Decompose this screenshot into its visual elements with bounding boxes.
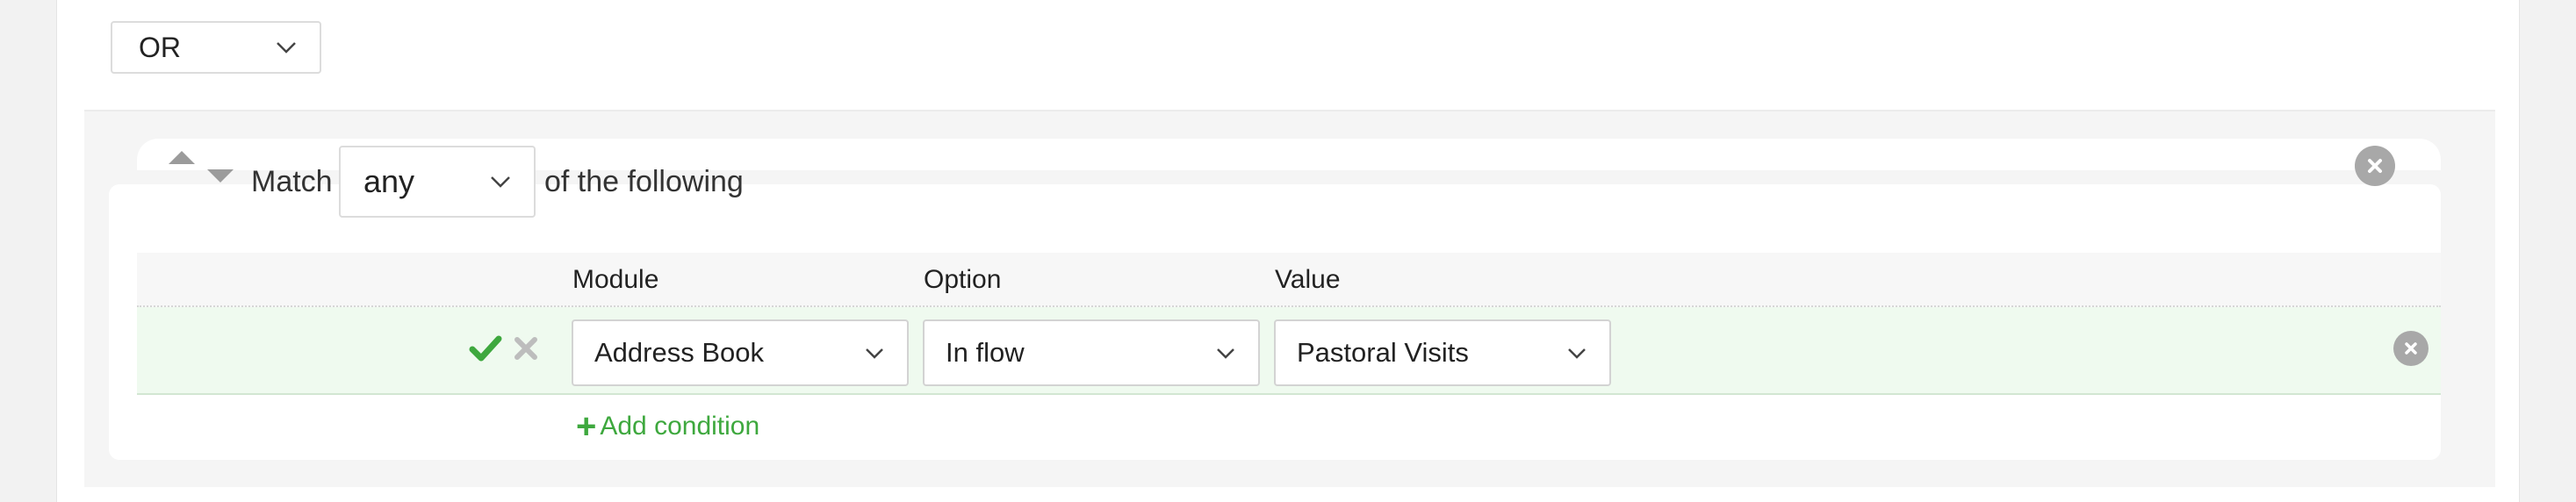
- value-select-value: Pastoral Visits: [1297, 337, 1469, 368]
- match-label: Match: [251, 165, 333, 198]
- match-mode-select[interactable]: any: [339, 146, 536, 218]
- column-header-module: Module: [572, 265, 659, 294]
- match-mode-value: any: [363, 163, 415, 199]
- top-operator-select[interactable]: OR: [111, 21, 321, 74]
- chevron-down-icon: [490, 176, 511, 188]
- option-select-value: In flow: [946, 337, 1025, 368]
- chevron-down-icon: [1567, 348, 1587, 359]
- add-condition-label: Add condition: [600, 412, 760, 441]
- match-suffix-label: of the following: [544, 165, 744, 198]
- circle-x-icon: [2368, 159, 2382, 173]
- column-header-option: Option: [924, 265, 1002, 294]
- circle-x-icon: [2405, 342, 2417, 355]
- chevron-down-icon: [1216, 348, 1235, 359]
- option-select[interactable]: In flow: [923, 319, 1260, 386]
- x-icon[interactable]: [513, 335, 539, 362]
- value-select[interactable]: Pastoral Visits: [1274, 319, 1611, 386]
- plus-icon: +: [576, 407, 597, 446]
- check-icon[interactable]: [469, 333, 502, 363]
- module-select-value: Address Book: [594, 337, 764, 368]
- chevron-down-icon: [865, 348, 884, 359]
- chevron-down-icon: [276, 41, 297, 54]
- caret-up-icon[interactable]: [169, 151, 195, 164]
- caret-down-icon[interactable]: [207, 169, 234, 183]
- column-header-value: Value: [1275, 265, 1341, 294]
- top-operator-value: OR: [139, 31, 181, 63]
- module-select[interactable]: Address Book: [572, 319, 909, 386]
- add-condition-link[interactable]: + Add condition: [576, 409, 759, 444]
- remove-row-button[interactable]: [2393, 331, 2428, 366]
- remove-group-button[interactable]: [2355, 146, 2395, 186]
